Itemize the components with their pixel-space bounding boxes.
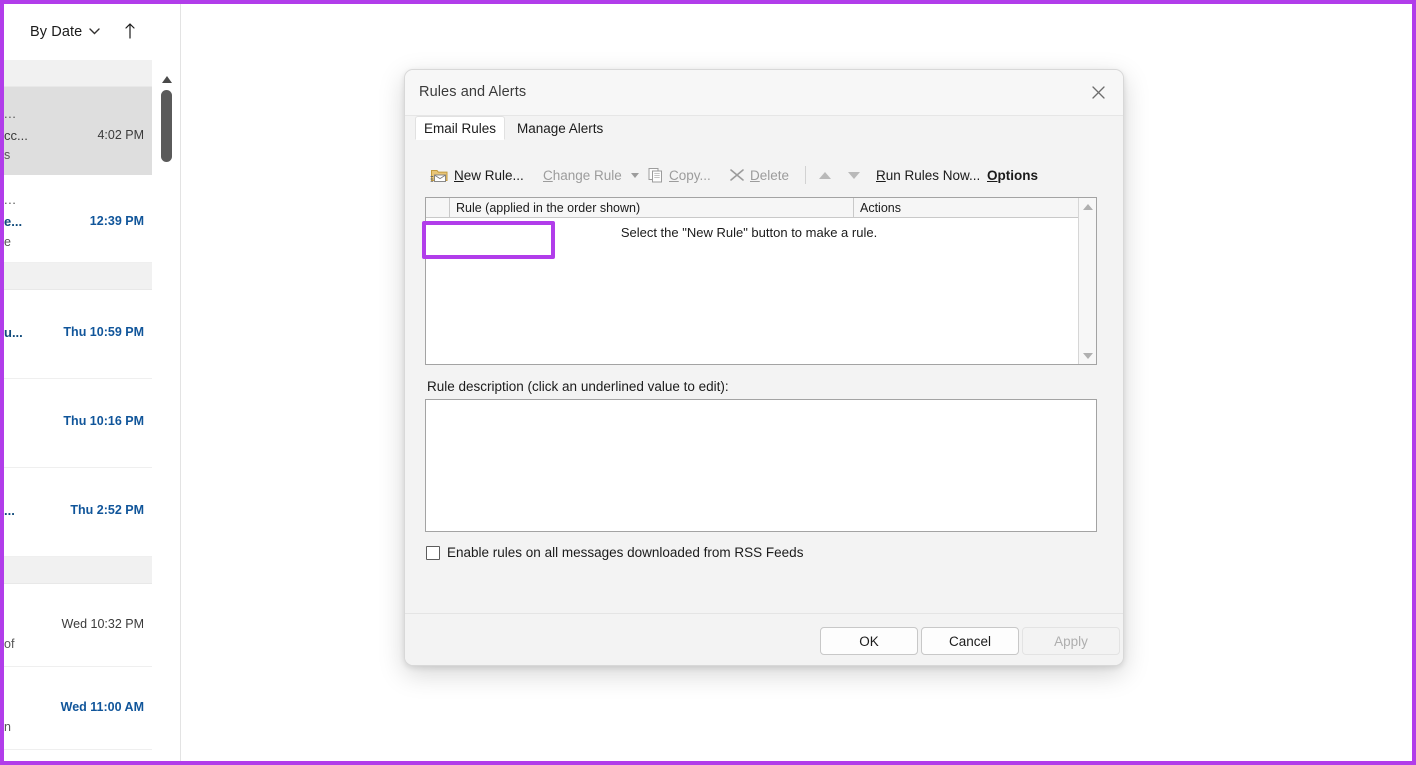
rules-list-header: Rule (applied in the order shown) Action…	[426, 198, 1096, 218]
list-item-sender-fragment: ...	[4, 503, 15, 518]
list-item-preview-fragment: s	[4, 148, 11, 162]
apply-button: Apply	[1022, 627, 1120, 655]
list-item-time: Thu 2:52 PM	[70, 503, 144, 517]
rules-toolbar: New Rule... Change Rule Copy... Delete R…	[415, 158, 1115, 192]
list-item[interactable]: ... cc... 4:02 PM s	[4, 87, 152, 175]
delete-x-icon	[729, 167, 745, 183]
list-item-sender-fragment: u...	[4, 325, 23, 340]
list-item[interactable]	[4, 60, 152, 87]
list-item-preview-fragment: of	[4, 637, 15, 651]
rules-column-rule: Rule (applied in the order shown)	[450, 198, 854, 218]
arrow-up-icon[interactable]	[124, 22, 136, 43]
chevron-down-icon[interactable]	[89, 26, 100, 38]
list-item-subject-fragment: ...	[4, 106, 17, 121]
list-item[interactable]: ... e... 12:39 PM e	[4, 175, 152, 263]
move-down-arrow-icon[interactable]	[845, 158, 863, 192]
rss-feeds-option[interactable]: Enable rules on all messages downloaded …	[426, 545, 803, 560]
move-up-arrow-icon[interactable]	[816, 158, 834, 192]
list-item-sender-fragment: e...	[4, 214, 23, 229]
list-item-subject-fragment: ...	[4, 192, 17, 207]
new-rule-button[interactable]: New Rule...	[427, 158, 527, 192]
rules-and-alerts-dialog: Rules and Alerts Email Rules Manage Aler…	[404, 69, 1124, 666]
tab-email-rules[interactable]: Email Rules	[415, 116, 506, 140]
copy-label: Copy...	[669, 167, 711, 183]
dialog-footer: OK Cancel Apply	[405, 613, 1123, 665]
scroll-down-arrow-icon[interactable]	[1079, 347, 1096, 364]
toolbar-divider	[805, 166, 806, 184]
chevron-down-icon	[630, 172, 639, 178]
ok-button[interactable]: OK	[820, 627, 918, 655]
cancel-button[interactable]: Cancel	[921, 627, 1019, 655]
close-icon[interactable]	[1077, 73, 1119, 111]
scroll-up-arrow-icon[interactable]	[1079, 198, 1096, 215]
new-rule-label: New Rule...	[454, 167, 524, 183]
list-item-time: Thu 10:16 PM	[63, 414, 144, 428]
tab-manage-alerts-label: Manage Alerts	[517, 120, 604, 136]
delete-label: Delete	[750, 167, 790, 183]
list-item-time: 12:39 PM	[89, 214, 144, 228]
list-item-time: 4:02 PM	[97, 128, 144, 142]
dialog-title: Rules and Alerts	[419, 84, 527, 100]
dialog-tabstrip: Email Rules Manage Alerts	[405, 116, 1123, 140]
list-item-time: Thu 10:59 PM	[63, 325, 144, 339]
delete-button[interactable]: Delete	[726, 158, 792, 192]
list-item[interactable]	[4, 557, 152, 584]
copy-button[interactable]: Copy...	[645, 158, 714, 192]
mail-sort-bar: By Date	[4, 4, 180, 60]
change-rule-label: Change Rule	[543, 167, 622, 183]
dialog-body: New Rule... Change Rule Copy... Delete R…	[415, 140, 1115, 615]
list-item-preview-fragment: n	[4, 720, 11, 734]
list-item[interactable]: Wed 10:32 PM of	[4, 584, 152, 667]
rule-description-box[interactable]	[425, 399, 1097, 532]
list-item[interactable]: u... Thu 10:59 PM	[4, 290, 152, 379]
options-label: Options	[987, 167, 1039, 183]
tab-email-rules-label: Email Rules	[424, 120, 497, 136]
scroll-up-arrow-icon[interactable]	[160, 72, 174, 86]
rules-empty-message: Select the "New Rule" button to make a r…	[620, 225, 878, 240]
new-rule-icon	[430, 167, 449, 183]
scrollbar-thumb[interactable]	[161, 90, 172, 162]
rss-feeds-label: Enable rules on all messages downloaded …	[447, 545, 804, 560]
list-item-preview-fragment: e	[4, 235, 11, 249]
outlook-window: By Date ... cc... 4:02 PM s ... e... 12:…	[0, 0, 1416, 765]
copy-icon	[648, 167, 664, 183]
list-item-sender-fragment: cc...	[4, 128, 28, 143]
rss-feeds-checkbox[interactable]	[426, 545, 440, 560]
tab-manage-alerts[interactable]: Manage Alerts	[508, 116, 612, 140]
rule-description-label: Rule description (click an underlined va…	[427, 379, 729, 394]
change-rule-button[interactable]: Change Rule	[540, 158, 642, 192]
dialog-titlebar: Rules and Alerts	[405, 70, 1123, 116]
rules-column-checkbox	[426, 198, 450, 218]
list-item[interactable]: ... Thu 2:52 PM	[4, 468, 152, 557]
mail-list-scrollbar[interactable]	[156, 66, 178, 761]
list-item[interactable]	[4, 263, 152, 290]
options-button[interactable]: Options	[984, 158, 1041, 192]
rules-list-scrollbar[interactable]	[1078, 198, 1096, 364]
list-item[interactable]: Thu 10:16 PM	[4, 379, 152, 468]
rules-list[interactable]: Rule (applied in the order shown) Action…	[425, 197, 1097, 365]
run-rules-now-label: Run Rules Now...	[876, 167, 981, 183]
run-rules-now-button[interactable]: Run Rules Now...	[873, 158, 983, 192]
sort-by-label[interactable]: By Date	[30, 24, 82, 40]
list-item-time: Wed 10:32 PM	[61, 617, 144, 631]
rules-column-actions: Actions	[860, 201, 901, 215]
list-item-time: Wed 11:00 AM	[60, 700, 144, 714]
list-item[interactable]: Wed 11:00 AM n	[4, 667, 152, 750]
mail-list-pane: By Date ... cc... 4:02 PM s ... e... 12:…	[4, 4, 181, 761]
mail-list[interactable]: ... cc... 4:02 PM s ... e... 12:39 PM e	[4, 60, 152, 761]
